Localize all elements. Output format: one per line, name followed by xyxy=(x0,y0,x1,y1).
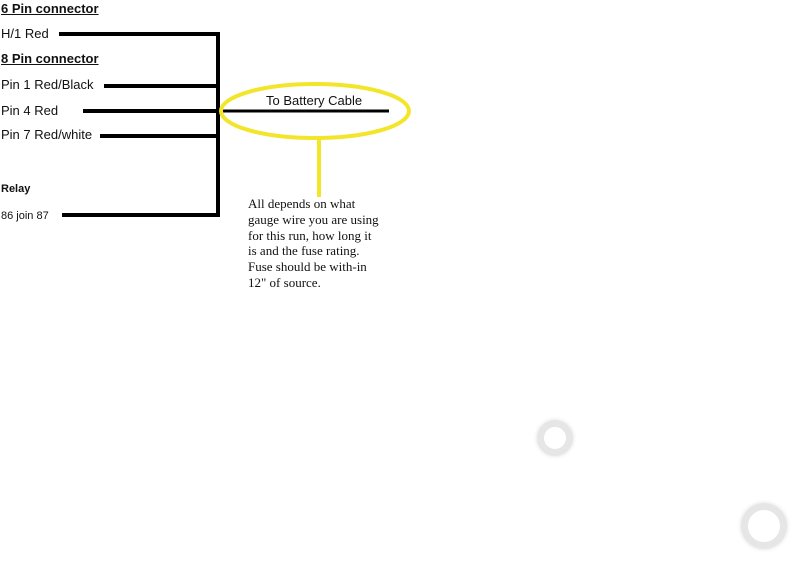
wires-layer xyxy=(59,32,411,217)
six-pin-header: 6 Pin connector xyxy=(1,1,99,16)
wire-label: 86 join 87 xyxy=(1,210,49,222)
watermark-logo xyxy=(537,420,573,456)
wire-label: Pin 7 Red/white xyxy=(1,127,93,142)
wire-label: Pin 1 Red/Black xyxy=(1,77,94,92)
callout-label: To Battery Cable xyxy=(266,93,363,108)
fuse-note: All depends on what gauge wire you are u… xyxy=(248,196,379,290)
watermark-logo xyxy=(741,503,787,549)
wiring-diagram: 6 Pin connector H/1 Red 8 Pin connector … xyxy=(0,0,800,561)
wire-label: H/1 Red xyxy=(1,26,49,41)
wire-label: Pin 4 Red xyxy=(1,103,59,118)
eight-pin-header: 8 Pin connector xyxy=(1,51,99,66)
relay-header: Relay xyxy=(1,183,31,195)
